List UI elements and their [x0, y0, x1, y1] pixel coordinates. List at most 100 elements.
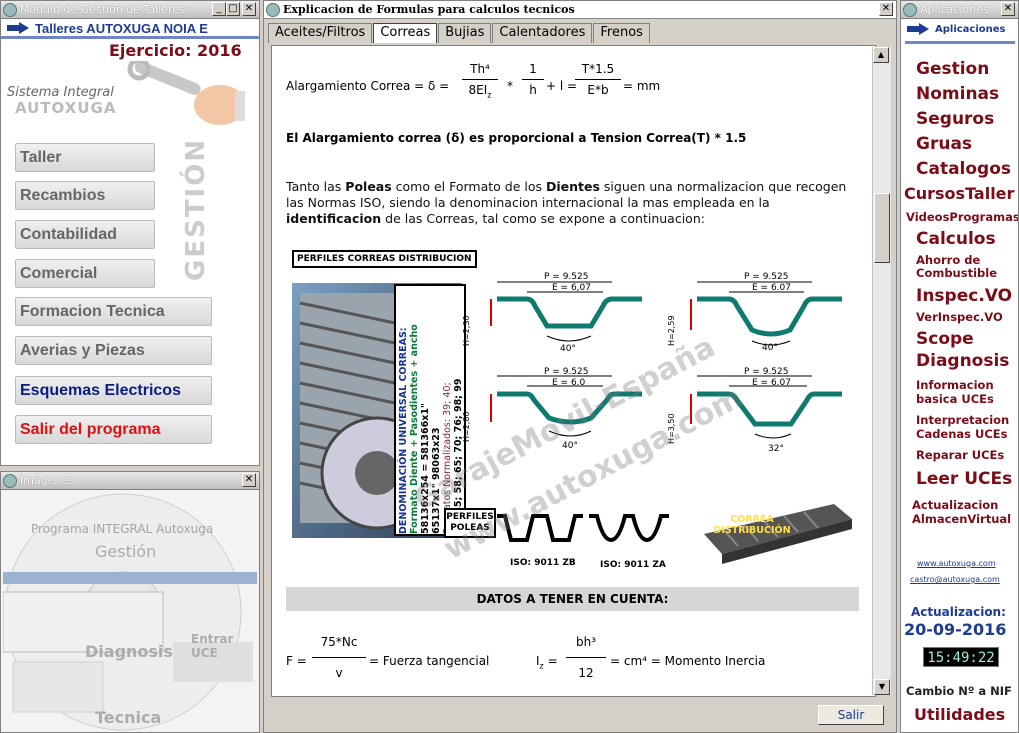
para-text-1: Tanto las: [286, 179, 346, 194]
para-bold-dientes: Dientes: [546, 179, 600, 194]
menu-esquemas-button[interactable]: Esquemas Electricos: [15, 376, 212, 405]
scroll-thumb[interactable]: [874, 193, 890, 263]
app-cursos-taller[interactable]: CursosTaller: [904, 184, 1018, 203]
fraction-bar: [312, 657, 366, 658]
app-leer-uces[interactable]: Leer UCEs: [916, 469, 1018, 489]
menu-averias-button[interactable]: Averias y Piezas: [15, 336, 212, 365]
app-ahorro[interactable]: Ahorro de Combustible: [916, 254, 1016, 280]
profile1-a: 40°: [560, 344, 576, 354]
close-icon[interactable]: ✕: [242, 473, 256, 487]
app-info-uces[interactable]: Informacion basica UCEs: [916, 378, 1016, 406]
collage-text-3: Diagnosis: [85, 642, 173, 661]
app-catalogos[interactable]: Catalogos: [916, 159, 1018, 179]
app-verinspec[interactable]: VerInspec.VO: [916, 310, 1018, 324]
collage-text-4: Tecnica: [95, 708, 162, 727]
formula1-plus: + l =: [546, 79, 578, 93]
formula1-frac3: T*1.5 E*b: [575, 62, 621, 97]
formulas-window: Explicacion de Formulas para calculos te…: [263, 0, 897, 733]
close-icon[interactable]: ✕: [879, 2, 893, 16]
app-nominas[interactable]: Nominas: [916, 84, 1018, 104]
formula1-den1-sub: z: [487, 90, 492, 100]
app-icon: [266, 2, 280, 17]
formulas-title: Explicacion de Formulas para calculos te…: [283, 3, 575, 16]
cambio-nif[interactable]: Cambio Nº a NIF: [906, 684, 1012, 698]
formula1-num1: Th⁴: [470, 62, 490, 76]
tab-calentadores[interactable]: Calentadores: [492, 23, 593, 43]
minimize-icon[interactable]: _: [212, 2, 226, 16]
formulas-titlebar[interactable]: Explicacion de Formulas para calculos te…: [264, 1, 896, 19]
menu-recambios-button[interactable]: Recambios: [15, 181, 155, 210]
profile4-a: 32°: [768, 444, 784, 454]
app-scope[interactable]: Scope: [916, 329, 1018, 349]
collage-text-1: Programa INTEGRAL Autoxuga: [31, 522, 214, 536]
formula2-f-den: v: [335, 666, 343, 680]
app-gestion[interactable]: Gestion: [916, 59, 1018, 79]
aplicaciones-titlebar[interactable]: Aplicaciones ✕: [901, 1, 1018, 19]
formula-fuerza: F = 75*Nc v = Fuerza tangencial Iz = bh³…: [272, 631, 862, 691]
tab-aceites[interactable]: Aceites/Filtros: [268, 23, 373, 43]
aplicaciones-title: Aplicaciones: [920, 3, 989, 16]
website-link[interactable]: www.autoxuga.com: [917, 559, 996, 568]
close-icon[interactable]: ✕: [1001, 2, 1015, 16]
menu-comercial-button[interactable]: Comercial: [15, 259, 155, 288]
fraction-bar: [522, 79, 544, 80]
tab-frenos[interactable]: Frenos: [593, 23, 650, 43]
formula2-frac-f: 75*Nc v: [312, 635, 366, 680]
salir-button[interactable]: Salir: [818, 705, 884, 725]
utilidades[interactable]: Utilidades: [914, 705, 1005, 724]
workshop-name: Talleres AUTOXUGA NOIA E: [35, 20, 208, 36]
app-calculos[interactable]: Calculos: [916, 229, 1018, 249]
menu-salir-button[interactable]: Salir del programa: [15, 415, 212, 444]
profile1-e: E = 6,07: [552, 283, 591, 293]
tab-correas[interactable]: Correas: [373, 23, 438, 43]
para-text-2: como el Formato de los: [391, 179, 546, 194]
menu-taller-button[interactable]: Taller: [15, 143, 155, 172]
arrow-right-icon: [7, 22, 29, 34]
profile1-p: P = 9.525: [544, 272, 589, 282]
close-icon[interactable]: ✕: [242, 2, 256, 16]
formula2-i-sub: z: [539, 661, 544, 671]
aplicaciones-window: Aplicaciones ✕ Aplicaciones Gestion Nomi…: [900, 0, 1019, 733]
app-videos[interactable]: VideosProgramas: [906, 210, 1018, 224]
clock-display: 15:49:22: [923, 647, 999, 667]
formula2-f-num: 75*Nc: [320, 635, 358, 649]
gestion-window: Módulo de Gestión de Talleres _ □ ✕ Tall…: [0, 0, 260, 466]
formula1-num2: 1: [529, 62, 537, 76]
formula1-star: *: [507, 79, 513, 93]
tab-bujias[interactable]: Bujias: [438, 23, 492, 43]
profile2-e: E = 6.07: [752, 283, 791, 293]
iso-paragraph: Tanto las Poleas como el Formato de los …: [286, 179, 856, 227]
email-link[interactable]: castro@autoxuga.com: [910, 575, 1000, 584]
app-actualizacion-almacen[interactable]: Actualizacion AlmacenVirtual: [912, 498, 1018, 526]
bold-proportion-line: El Alargamiento correa (δ) es proporcion…: [286, 131, 747, 145]
gestion-titlebar[interactable]: Módulo de Gestión de Talleres _ □ ✕: [1, 1, 259, 19]
datos-header: DATOS A TENER EN CUENTA:: [286, 587, 859, 611]
collage-image: Programa INTEGRAL Autoxuga Gestión Diagn…: [3, 492, 257, 732]
app-reparar-uces[interactable]: Reparar UCEs: [916, 448, 1018, 462]
formula1-num3: T*1.5: [581, 62, 615, 76]
formula1-unit: = mm: [623, 79, 661, 93]
profile4-e: E = 6.07: [752, 378, 791, 388]
app-inspec-vo[interactable]: Inspec.VO: [916, 286, 1018, 306]
scroll-up-icon[interactable]: ▲: [873, 47, 889, 63]
profile1-h: H=2,30: [462, 315, 471, 346]
app-gruas[interactable]: Gruas: [916, 134, 1018, 154]
scroll-down-icon[interactable]: ▼: [874, 679, 890, 695]
app-interpretacion[interactable]: Interpretacion Cadenas UCEs: [916, 413, 1018, 441]
vertical-scrollbar[interactable]: ▲ ▼: [872, 47, 891, 695]
profile3-p: P = 9.525: [544, 367, 589, 377]
menu-formacion-button[interactable]: Formacion Tecnica: [15, 297, 212, 326]
belt-profiles-diagram: PERFILES CORREAS DISTRIBUCION DENOMINACI…: [282, 246, 867, 576]
menu-contabilidad-button[interactable]: Contabilidad: [15, 220, 155, 249]
workshop-header: Talleres AUTOXUGA NOIA E: [1, 19, 259, 37]
images-titlebar[interactable]: Imágenes ✕: [1, 472, 259, 490]
app-icon: [903, 2, 917, 17]
denom-line-1: DENOMINACIÓN UNIVERSAL CORREAS:: [398, 327, 409, 534]
profile2-h: H=2,59: [667, 315, 676, 346]
app-icon: [3, 2, 17, 17]
maximize-icon[interactable]: □: [226, 2, 240, 16]
images-title: Imágenes: [20, 474, 74, 487]
header-divider: [1, 36, 259, 39]
app-seguros[interactable]: Seguros: [916, 109, 1018, 129]
app-diagnosis[interactable]: Diagnosis: [916, 351, 1018, 371]
